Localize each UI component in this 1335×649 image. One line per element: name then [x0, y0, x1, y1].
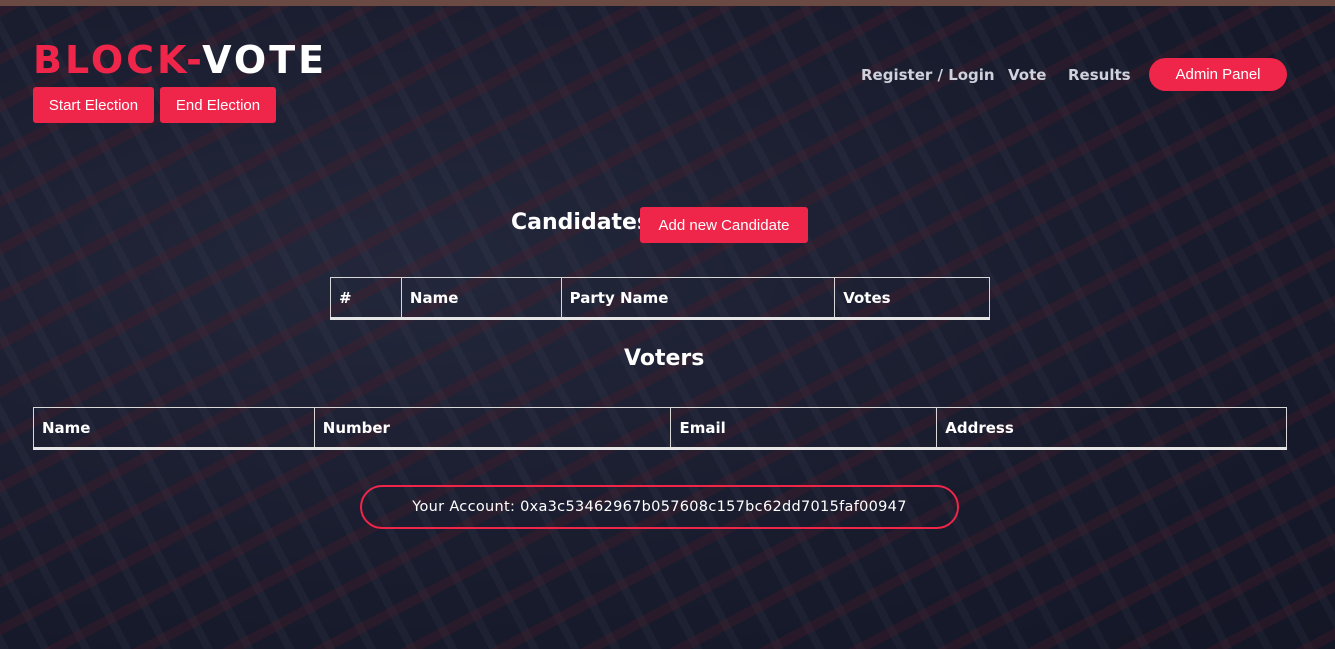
nav-vote[interactable]: Vote	[1008, 66, 1046, 84]
voters-header-row: Name Number Email Address	[33, 407, 1287, 448]
brand-logo[interactable]: BLOCK-VOTE	[33, 38, 327, 82]
end-election-button[interactable]: End Election	[160, 87, 276, 123]
brand-logo-part1: BLOCK-	[33, 38, 203, 82]
col-voter-address: Address	[936, 407, 1287, 448]
admin-panel-button[interactable]: Admin Panel	[1149, 58, 1287, 91]
candidates-title: Candidates	[511, 210, 651, 235]
brand-logo-part2: VOTE	[202, 38, 328, 82]
candidates-header-row: # Name Party Name Votes	[330, 277, 990, 318]
col-name: Name	[400, 277, 562, 318]
col-voter-name: Name	[33, 407, 315, 448]
col-party-name: Party Name	[560, 277, 836, 318]
voters-table-underline	[33, 447, 1287, 450]
nav-register-login[interactable]: Register / Login	[861, 66, 995, 84]
nav-results[interactable]: Results	[1068, 66, 1131, 84]
voters-title: Voters	[624, 346, 705, 371]
col-voter-number: Number	[313, 407, 672, 448]
col-votes: Votes	[834, 277, 990, 318]
voters-table: Name Number Email Address	[33, 407, 1287, 448]
account-address-badge: Your Account: 0xa3c53462967b057608c157bc…	[360, 485, 959, 529]
col-voter-email: Email	[670, 407, 938, 448]
add-candidate-button[interactable]: Add new Candidate	[640, 207, 808, 243]
candidates-table-underline	[330, 317, 990, 320]
col-number: #	[330, 277, 402, 318]
start-election-button[interactable]: Start Election	[33, 87, 154, 123]
candidates-table: # Name Party Name Votes	[330, 277, 990, 318]
